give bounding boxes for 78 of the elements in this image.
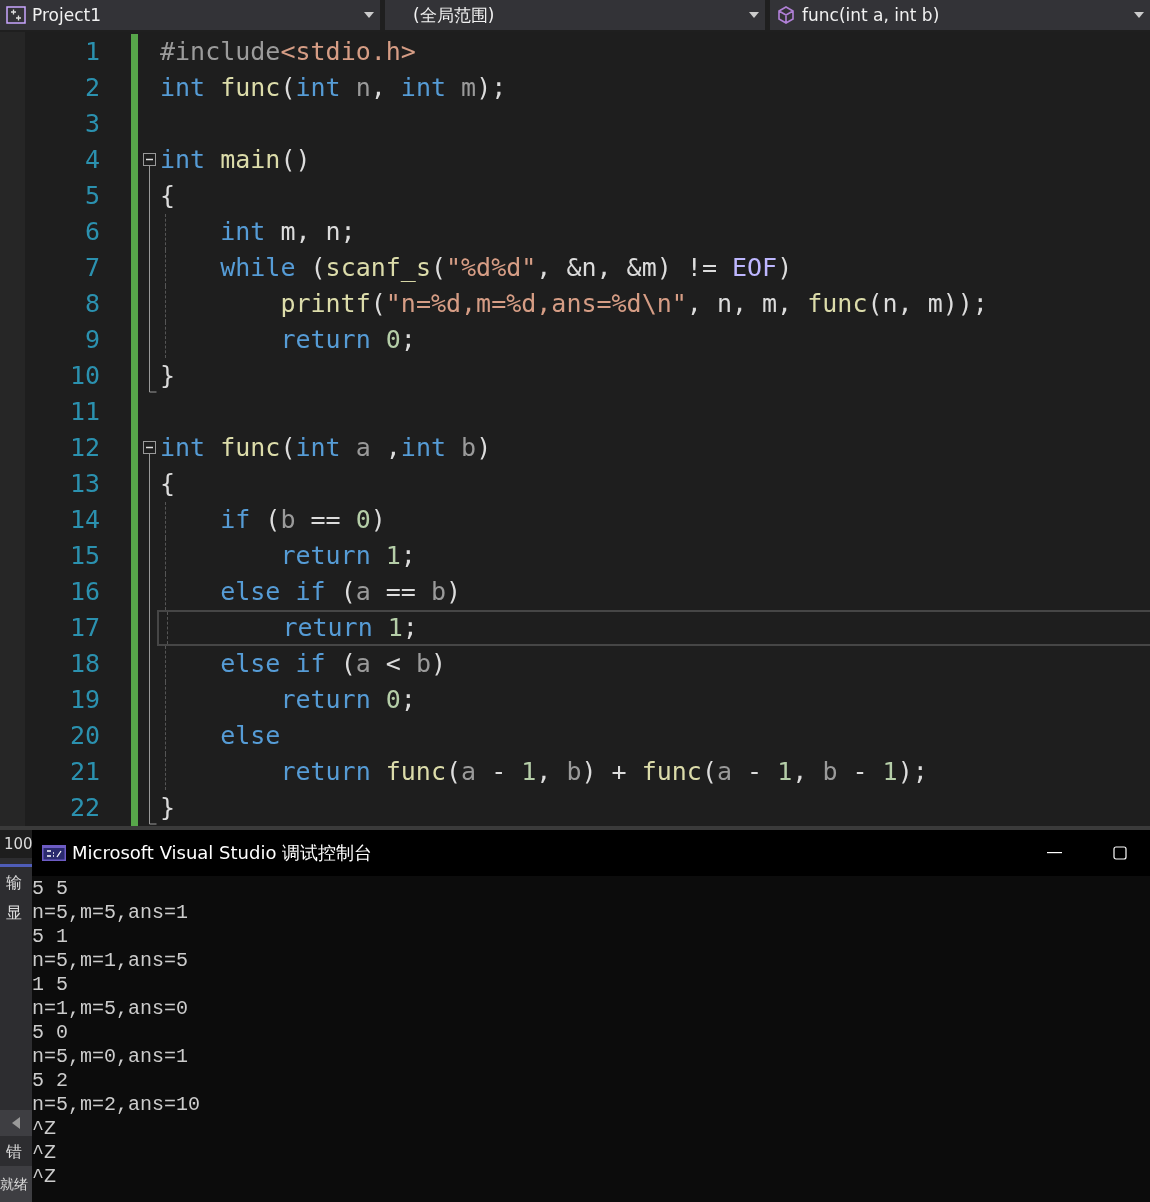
line-number: 16 xyxy=(69,576,100,608)
code-line: } xyxy=(159,792,177,824)
code-line: int main() xyxy=(159,144,312,176)
code-line: return 0; xyxy=(157,322,1150,358)
zoom-level[interactable]: 100 xyxy=(0,830,32,858)
line-number: 15 xyxy=(69,540,100,572)
line-number: 13 xyxy=(69,468,100,500)
console-line: 5 2 xyxy=(32,1069,69,1093)
code-line: int m, n; xyxy=(157,214,1150,250)
console-line: n=5,m=2,ans=10 xyxy=(32,1093,202,1117)
line-number: 4 xyxy=(84,144,100,176)
console-line: 5 5 xyxy=(32,877,69,901)
dropdown[interactable]: (全局范围) xyxy=(385,0,765,30)
console-line: n=5,m=5,ans=1 xyxy=(32,901,190,925)
line-number: 8 xyxy=(84,288,100,320)
code-line: { xyxy=(159,180,177,212)
code-line: printf("n=%d,m=%d,ans=%d\n", n, m, func(n, m)); xyxy=(157,286,1150,322)
code-line: return 1; xyxy=(157,610,1150,646)
code-line: else if (a < b) xyxy=(157,646,1150,682)
show-label: 显 xyxy=(5,902,23,924)
code-line: return 0; xyxy=(157,682,1150,718)
console-icon xyxy=(42,845,66,861)
code-line: if (b == 0) xyxy=(157,502,1150,538)
code-line: else xyxy=(157,718,1150,754)
line-number: 10 xyxy=(69,360,100,392)
console-line: n=5,m=0,ans=1 xyxy=(32,1045,190,1069)
dropdown[interactable]: Project1 xyxy=(0,0,380,30)
line-number: 12 xyxy=(69,432,100,464)
fold-end-line xyxy=(149,358,157,394)
code-line: return 1; xyxy=(157,538,1150,574)
console-line: 5 1 xyxy=(32,925,69,949)
line-number: 11 xyxy=(69,396,100,428)
cube-icon xyxy=(776,5,796,25)
project-icon xyxy=(6,6,26,24)
line-number: 2 xyxy=(84,72,100,104)
console-line: 5 0 xyxy=(32,1021,69,1045)
minimize-icon xyxy=(1046,852,1062,854)
code-line: { xyxy=(159,468,177,500)
dropdown[interactable]: func(int a, int b) xyxy=(770,0,1150,30)
line-number: 9 xyxy=(84,324,100,356)
status-text: 就绪 xyxy=(0,1166,32,1202)
output-tab[interactable]: 输 xyxy=(0,867,32,897)
caret-icon xyxy=(749,12,759,18)
line-number: 6 xyxy=(84,216,100,248)
code-line: return func(a - 1, b) + func(a - 1, b - 1); xyxy=(157,754,1150,790)
window-title: Microsoft Visual Studio 调试控制台 xyxy=(72,841,374,865)
code-line: int func(int a ,int b) xyxy=(159,432,493,464)
line-number: 20 xyxy=(69,720,100,752)
caret-icon xyxy=(1134,12,1144,18)
console-line: ^Z xyxy=(32,1117,57,1141)
code-line: else if (a == b) xyxy=(157,574,1150,610)
line-number: 21 xyxy=(69,756,100,788)
scroll-left-button[interactable] xyxy=(0,1110,32,1136)
console-line: n=5,m=1,ans=5 xyxy=(32,949,190,973)
fold-end-line xyxy=(149,790,157,826)
line-number: 7 xyxy=(84,252,100,284)
line-number: 18 xyxy=(69,648,100,680)
code-line: while (scanf_s("%d%d", &n, &m) != EOF) xyxy=(157,250,1150,286)
console-line: ^Z xyxy=(32,1165,57,1189)
caret-icon xyxy=(364,12,374,18)
line-number: 3 xyxy=(84,108,100,140)
line-number: 22 xyxy=(69,792,100,824)
line-number: 19 xyxy=(69,684,100,716)
code-line: #include<stdio.h> xyxy=(159,36,417,68)
line-number: 17 xyxy=(69,612,100,644)
console-line: n=1,m=5,ans=0 xyxy=(32,997,190,1021)
console-line: 1 5 xyxy=(32,973,69,997)
left-arrow-icon xyxy=(12,1117,20,1129)
maximize-icon xyxy=(1113,846,1127,860)
collapse-icon[interactable] xyxy=(143,153,156,178)
error-tab[interactable]: 错 xyxy=(0,1136,32,1166)
code-line: int func(int n, int m); xyxy=(159,72,508,104)
line-number: 14 xyxy=(69,504,100,536)
console-line: ^Z xyxy=(32,1141,57,1165)
line-number: 5 xyxy=(84,180,100,212)
collapse-icon[interactable] xyxy=(143,441,156,466)
line-number: 1 xyxy=(84,36,100,68)
code-line: } xyxy=(159,360,177,392)
